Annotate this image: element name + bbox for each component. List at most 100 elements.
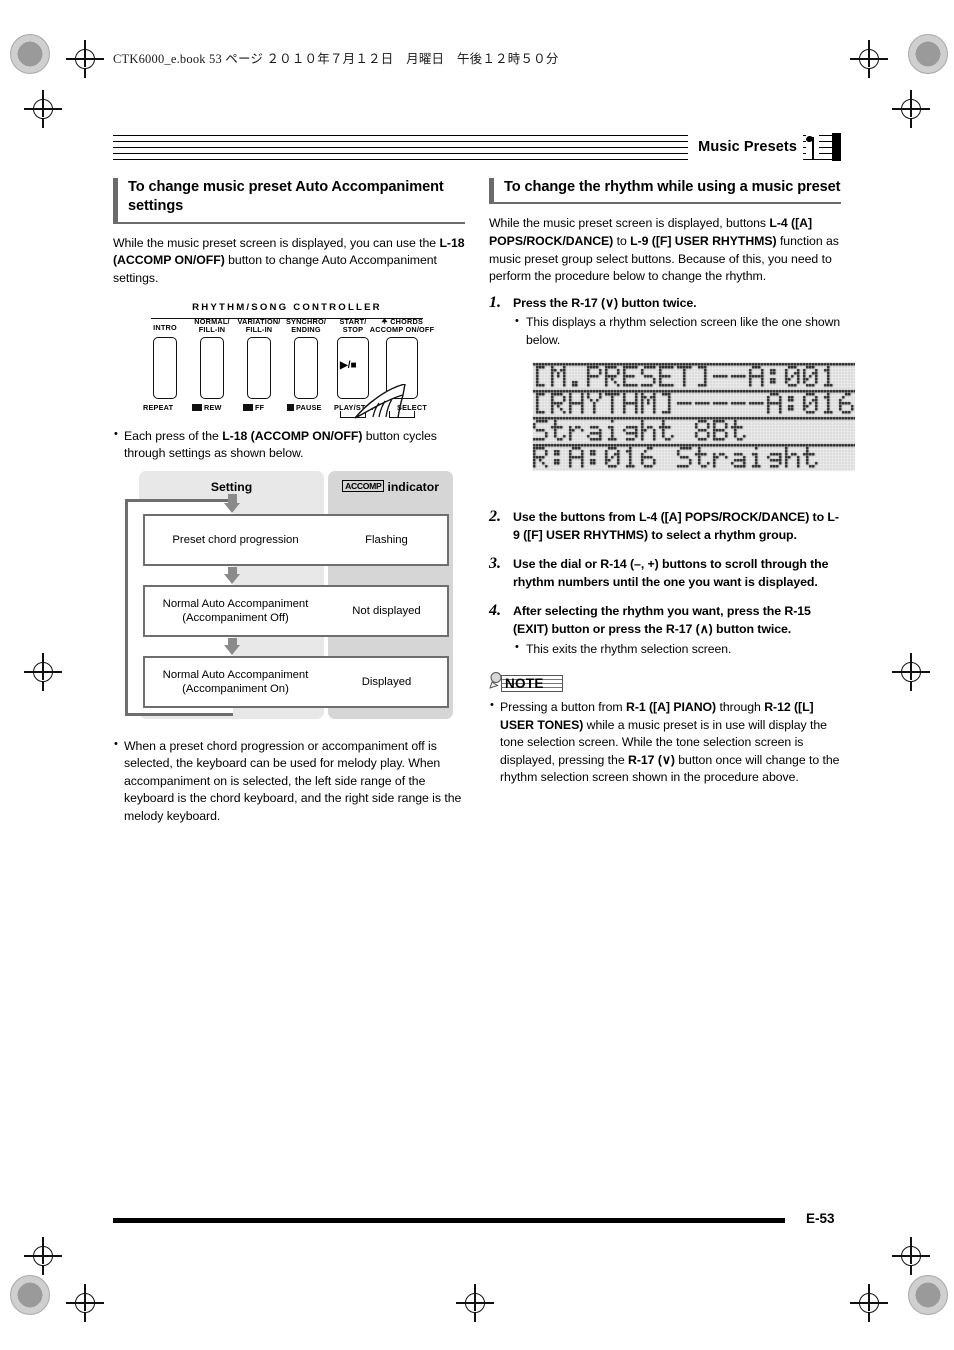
crop-mark-bottom-left	[66, 1284, 104, 1322]
flow-arrow-3	[224, 637, 240, 655]
page-canvas: CTK6000_e.book 53 ページ ２０１０年７月１２日 月曜日 午後１…	[0, 0, 954, 1350]
crop-mark-right-middle	[892, 653, 930, 691]
flow-row-1-setting-line1: Preset chord progression	[172, 533, 299, 546]
step-3: 3. Use the dial or R-14 (–, +) buttons t…	[489, 555, 841, 591]
rewind-icon	[192, 403, 202, 411]
note-b3: R-17 (∨)	[628, 752, 675, 767]
staff-end-bar	[832, 133, 841, 161]
crop-mark-bottom-right	[850, 1284, 888, 1322]
flow-row-2-setting: Normal Auto Accompaniment (Accompaniment …	[145, 597, 326, 625]
controller-label-synchro-ending: SYNCHRO/ENDING	[285, 316, 327, 335]
flow-row-1-setting: Preset chord progression	[145, 533, 326, 547]
flow-arrow-2	[224, 566, 240, 584]
accomp-chip: ACCOMP	[342, 480, 385, 493]
right-section-heading: To change the rhythm while using a music…	[489, 178, 841, 205]
step-4: 4. After selecting the rhythm you want, …	[489, 602, 841, 658]
controller-label-accomp-on-off: CHORDS ACCOMP ON/OFF	[369, 316, 435, 335]
table-row: Normal Auto Accompaniment (Accompaniment …	[143, 584, 449, 637]
controller-button-synchro-ending	[294, 336, 318, 399]
note-b1: R-1 ([A] PIANO)	[625, 699, 717, 714]
flow-row-1-indicator: Flashing	[365, 533, 408, 546]
step-4-text: After selecting the rhythm you want, pre…	[513, 604, 811, 637]
crop-mark-top-left	[66, 40, 104, 78]
bullet-cycle-bold: L-18 (ACCOMP ON/OFF)	[222, 428, 363, 443]
step-1-sublist: This displays a rhythm selection screen …	[513, 314, 841, 349]
accomp-setting-flow-table: Setting ACCOMP indicator Preset chord pro…	[125, 470, 455, 726]
running-head-title: Music Presets	[688, 132, 803, 162]
lcd-canvas	[531, 360, 855, 495]
controller-button-intro	[153, 336, 177, 399]
flow-row-2-setting-line2: (Accompaniment Off)	[182, 611, 289, 624]
crop-mark-bottom-center	[456, 1284, 494, 1322]
music-note-icon	[805, 135, 819, 159]
right-intro-p2: to	[613, 233, 631, 248]
registration-target-bottom-left	[10, 1275, 50, 1315]
registration-target-top-right	[908, 34, 948, 74]
note-p1: Pressing a button from	[500, 699, 626, 714]
right-column: To change the rhythm while using a music…	[489, 178, 855, 795]
crop-mark-left-lower	[24, 1237, 62, 1275]
flow-row-3-setting-line2: (Accompaniment On)	[182, 682, 289, 695]
flow-row-2-setting-line1: Normal Auto Accompaniment	[162, 597, 309, 610]
running-head: Music Presets	[113, 132, 841, 162]
step-3-text: Use the dial or R-14 (–, +) buttons to s…	[513, 557, 829, 589]
table-row: Preset chord progression Flashing	[143, 513, 449, 566]
step-2-text: Use the buttons from L-4 ([A] POPS/ROCK/…	[513, 509, 839, 542]
left-intro-pre: While the music preset screen is display…	[113, 235, 440, 250]
step-2-number: 2.	[489, 507, 501, 525]
flow-row-3-indicator: Displayed	[361, 675, 412, 688]
left-section-heading: To change music preset Auto Accompanimen…	[113, 178, 465, 224]
table-row: Normal Auto Accompaniment (Accompaniment …	[143, 655, 449, 708]
list-item: Pressing a button from R-1 ([A] PIANO) t…	[489, 698, 841, 787]
step-4-number: 4.	[489, 602, 501, 620]
controller-play-stop-glyph: ▶/■	[340, 359, 357, 371]
controller-button-normal-fill-in	[200, 336, 224, 399]
list-item: Each press of the L-18 (ACCOMP ON/OFF) b…	[113, 427, 465, 463]
left-bullet-list-cycle: Each press of the L-18 (ACCOMP ON/OFF) b…	[113, 427, 465, 463]
list-item: When a preset chord progression or accom…	[113, 737, 465, 826]
flow-header-indicator: ACCOMP indicator	[328, 480, 453, 494]
step-1-text: Press the R-17 (∨) button twice.	[513, 295, 697, 310]
crop-mark-left-upper	[24, 90, 62, 128]
procedure-steps: 1. Press the R-17 (∨) button twice. This…	[489, 294, 855, 658]
controller-label-normal-fill-in: NORMAL/FILL-IN	[194, 316, 230, 335]
controller-label-variation-fill-in: VARIATION/FILL-IN	[237, 316, 281, 335]
registration-target-bottom-right	[908, 1275, 948, 1315]
flow-row-3-setting: Normal Auto Accompaniment (Accompaniment …	[145, 668, 326, 696]
crop-mark-top-right	[850, 40, 888, 78]
left-intro-paragraph: While the music preset screen is display…	[113, 235, 465, 288]
lcd-display	[531, 360, 855, 495]
step-3-number: 3.	[489, 555, 501, 573]
step-2: 2. Use the buttons from L-4 ([A] POPS/RO…	[489, 507, 841, 544]
crop-mark-right-upper	[892, 90, 930, 128]
controller-sublabel-ff: FF	[243, 403, 264, 412]
flow-arrow-1	[224, 493, 240, 513]
controller-label-intro: INTRO	[153, 322, 177, 332]
controller-figure-title: RHYTHM/SONG CONTROLLER	[192, 301, 382, 313]
rhythm-song-controller-figure: RHYTHM/SONG CONTROLLER INTRO NORMAL/FILL…	[141, 301, 434, 420]
list-item: This displays a rhythm selection screen …	[513, 314, 841, 349]
right-intro-p1: While the music preset screen is display…	[489, 216, 770, 231]
flow-row-3-setting-line1: Normal Auto Accompaniment	[162, 668, 309, 681]
note-bullet-list: Pressing a button from R-1 ([A] PIANO) t…	[489, 698, 841, 787]
file-header: CTK6000_e.book 53 ページ ２０１０年７月１２日 月曜日 午後１…	[113, 52, 559, 66]
registration-target-top-left	[10, 34, 50, 74]
note-p2: through	[716, 699, 765, 714]
bullet-cycle-pre: Each press of the	[124, 428, 223, 443]
list-item: This exits the rhythm selection screen.	[513, 640, 841, 658]
right-intro-paragraph: While the music preset screen is display…	[489, 215, 841, 285]
controller-sublabel-repeat: REPEAT	[143, 402, 174, 412]
note-badge: NOTE	[489, 671, 564, 694]
step-4-sublist: This exits the rhythm selection screen.	[513, 640, 841, 658]
fast-forward-icon	[243, 403, 253, 411]
page-number: E-53	[806, 1211, 835, 1226]
step-1: 1. Press the R-17 (∨) button twice. This…	[489, 294, 855, 495]
flow-header-indicator-text: indicator	[387, 479, 439, 494]
controller-button-variation-fill-in	[247, 336, 271, 399]
controller-sublabel-rew: REW	[192, 403, 222, 412]
right-intro-b2: L-9 ([F] USER RHYTHMS)	[630, 233, 777, 248]
chord-icon	[381, 317, 388, 324]
crop-mark-left-middle	[24, 653, 62, 691]
footer-rule	[113, 1218, 785, 1223]
pencil-icon	[489, 671, 502, 689]
